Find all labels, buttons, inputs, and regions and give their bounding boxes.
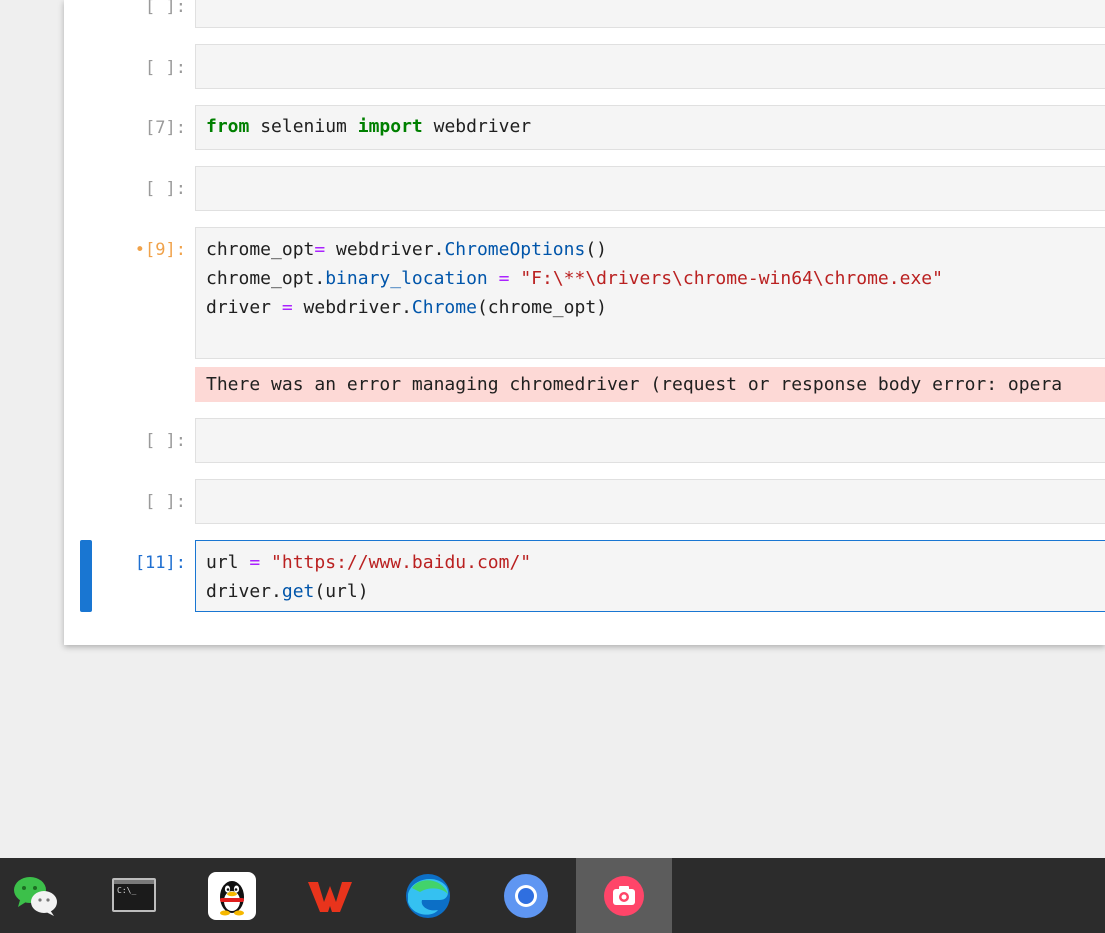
cell-prompt: [ ]: — [145, 179, 186, 199]
taskbar-terminal[interactable]: C:\_ — [86, 858, 182, 933]
code-token: webdriver — [422, 116, 532, 137]
keyword-token: import — [357, 116, 423, 137]
taskbar-wps[interactable] — [282, 858, 378, 933]
cell-prompt: [ ]: — [145, 431, 186, 451]
taskbar-screenshot-tool[interactable] — [576, 858, 672, 933]
code-cell-input[interactable] — [195, 44, 1105, 89]
code-cell-input[interactable] — [195, 418, 1105, 463]
cell-prompt: [11]: — [134, 553, 186, 573]
terminal-glyph: C:\_ — [117, 886, 136, 895]
taskbar-qq[interactable] — [184, 858, 280, 933]
code-cell-input[interactable] — [195, 0, 1105, 28]
terminal-icon: C:\_ — [112, 877, 156, 912]
cell-prompt: [ ]: — [145, 492, 186, 512]
cell-prompt: [7]: — [145, 118, 186, 138]
code-line: from selenium import webdriver — [206, 112, 531, 141]
taskbar-edge[interactable] — [380, 858, 476, 933]
code-token: selenium — [249, 116, 358, 137]
taskbar-wechat[interactable] — [0, 858, 84, 933]
cell-collapser[interactable] — [80, 540, 92, 612]
wechat-icon — [14, 876, 57, 916]
cell-prompt: [ ]: — [145, 0, 186, 17]
code-cell-input[interactable] — [195, 166, 1105, 211]
edge-browser-icon — [406, 873, 450, 918]
qq-icon — [208, 871, 256, 920]
cell-prompt-modified: •[9]: — [134, 240, 186, 260]
wps-office-icon — [308, 881, 352, 912]
error-message: There was an error managing chromedriver… — [206, 374, 1063, 395]
unsaved-dot-icon: • — [134, 240, 146, 260]
chromium-browser-icon — [504, 873, 548, 918]
cell-prompt: [ ]: — [145, 58, 186, 78]
taskbar: C:\_ — [0, 858, 1105, 933]
error-output: There was an error managing chromedriver… — [195, 367, 1105, 402]
taskbar-chromium[interactable] — [478, 858, 574, 933]
code-block: url = "https://www.baidu.com/" driver.ge… — [206, 552, 532, 602]
code-block: chrome_opt= webdriver.ChromeOptions() ch… — [206, 239, 943, 318]
code-cell-input[interactable] — [195, 479, 1105, 524]
screenshot-camera-icon — [604, 875, 644, 916]
keyword-token: from — [206, 116, 250, 137]
